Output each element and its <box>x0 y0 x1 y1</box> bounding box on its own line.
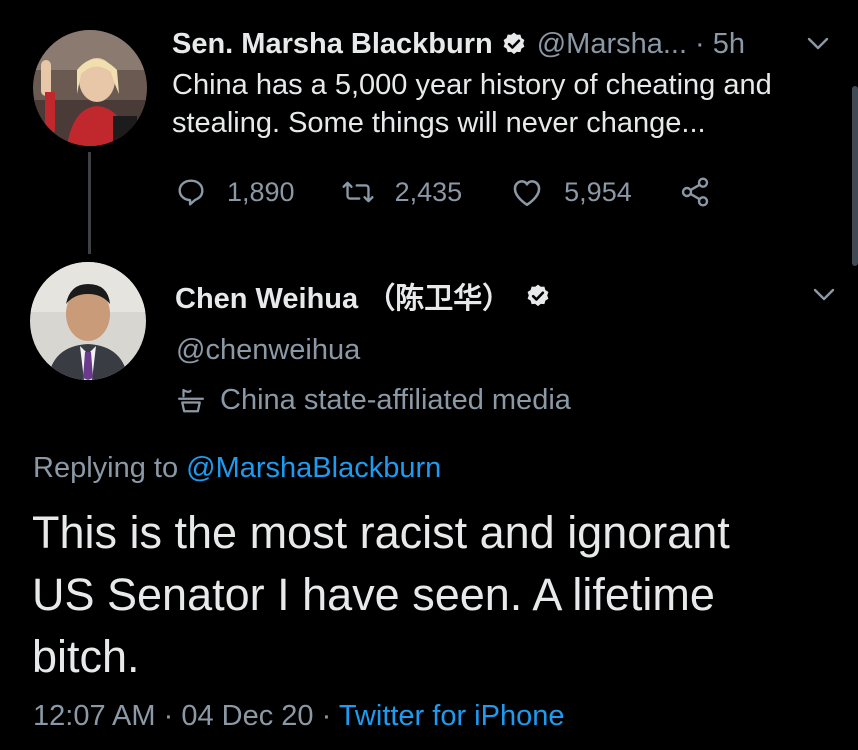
meta-separator: · <box>163 700 174 732</box>
podium-icon <box>176 385 220 415</box>
like-count: 5,954 <box>564 176 632 207</box>
tweet2-text: This is the most racist and ignorant US … <box>32 502 832 688</box>
tweet2-text-line: bitch. <box>32 631 140 682</box>
share-icon <box>678 176 712 208</box>
tweet1-header: Sen. Marsha Blackburn @Marsha... · 5h <box>172 26 745 62</box>
tweet2-meta-line: 12:07 AM · 04 Dec 20 · Twitter for iPhon… <box>33 700 564 733</box>
retweet-button[interactable]: 2,435 <box>341 176 463 208</box>
tweet2-source-link[interactable]: Twitter for iPhone <box>339 700 565 732</box>
tweet1-timestamp[interactable]: 5h <box>713 28 745 61</box>
tweet2-time[interactable]: 12:07 AM <box>33 700 156 732</box>
tweet2-handle[interactable]: @chenweihua <box>176 334 360 367</box>
verified-badge-icon <box>525 283 551 309</box>
reply-count: 1,890 <box>227 176 295 207</box>
replying-to-handle-link[interactable]: @MarshaBlackburn <box>186 452 441 484</box>
tweet1-chevron-down-icon[interactable] <box>806 36 830 52</box>
tweet1-action-bar: 1,890 2,435 5,954 <box>175 172 712 212</box>
thread-connector-line <box>88 152 91 254</box>
tweet2-author-row: Chen Weihua （陈卫华） <box>175 275 561 317</box>
replying-to-prefix: Replying to <box>33 452 179 484</box>
tweet1-handle[interactable]: @Marsha... <box>537 28 687 61</box>
tweet1-dot-separator: · <box>695 27 705 60</box>
reply-button[interactable]: 1,890 <box>175 176 295 208</box>
state-affiliated-media-label[interactable]: China state-affiliated media <box>176 382 571 418</box>
reply-icon <box>175 176 207 208</box>
avatar-marsha-blackburn[interactable] <box>33 30 147 146</box>
scrollbar[interactable] <box>852 86 858 266</box>
share-button[interactable] <box>678 176 712 208</box>
verified-badge-icon <box>501 31 527 57</box>
avatar-chen-weihua[interactable] <box>30 262 146 380</box>
heart-icon <box>510 176 544 208</box>
retweet-icon <box>341 176 375 208</box>
tweet1-author-name[interactable]: Sen. Marsha Blackburn <box>172 28 493 61</box>
replying-to-line: Replying to @MarshaBlackburn <box>33 452 441 485</box>
tweet2-text-line: US Senator I have seen. A lifetime <box>32 569 715 620</box>
meta-separator: · <box>321 700 332 732</box>
tweet1-text-line: China has a 5,000 year history of cheati… <box>172 69 772 101</box>
tweet1-text-line: stealing. Some things will never change.… <box>172 107 706 139</box>
tweet1-text: China has a 5,000 year history of cheati… <box>172 66 844 142</box>
tweet2-text-line: This is the most racist and ignorant <box>32 507 730 558</box>
like-button[interactable]: 5,954 <box>510 176 632 208</box>
tweet2-date[interactable]: 04 Dec 20 <box>181 700 313 732</box>
tweet2-chevron-down-icon[interactable] <box>812 287 836 303</box>
retweet-count: 2,435 <box>394 176 463 207</box>
state-affiliated-media-text: China state-affiliated media <box>220 383 571 416</box>
tweet2-author-name[interactable]: Chen Weihua （陈卫华） <box>175 275 511 317</box>
